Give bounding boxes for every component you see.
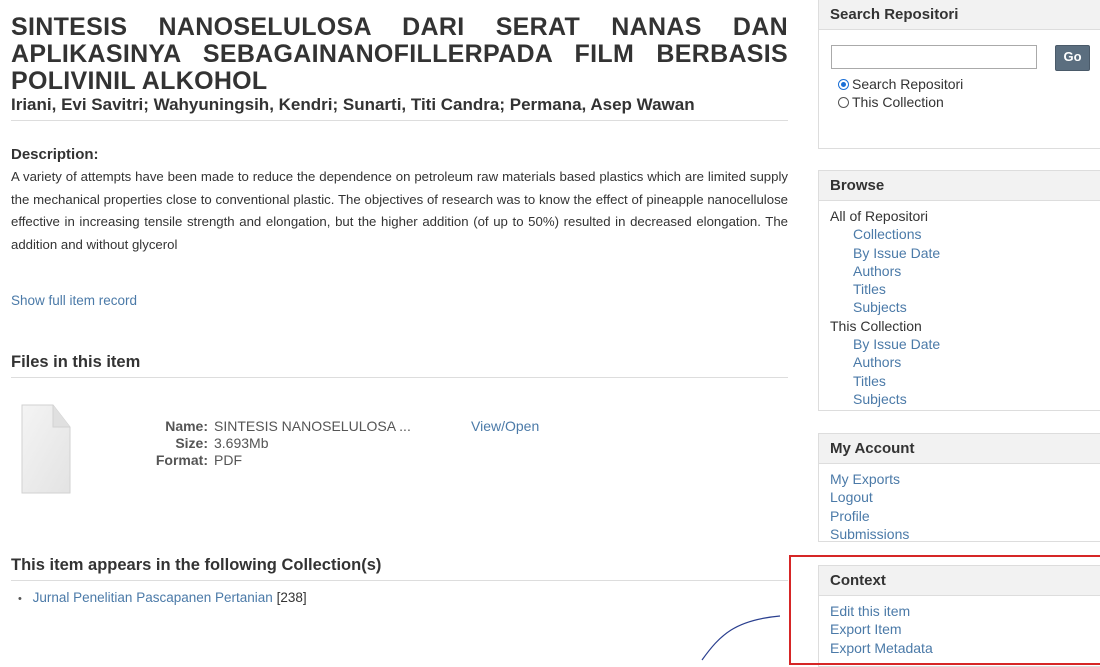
scope-radio-repositori[interactable]: Search Repositori: [838, 75, 1090, 93]
collection-item: Jurnal Penelitian Pascapanen Pertanian […: [18, 590, 307, 605]
browse-all-subjects[interactable]: Subjects: [830, 298, 1090, 316]
browse-all-label: All of Repositori: [830, 208, 929, 224]
collections-list: Jurnal Penelitian Pascapanen Pertanian […: [18, 590, 307, 605]
go-button[interactable]: Go: [1055, 45, 1090, 71]
description-label: Description:: [11, 146, 99, 163]
browse-all-collections[interactable]: Collections: [830, 225, 1090, 243]
file-icon[interactable]: [19, 403, 72, 495]
logout-link[interactable]: Logout: [830, 488, 1090, 506]
export-item-link[interactable]: Export Item: [830, 620, 1090, 638]
browse-all-authors[interactable]: Authors: [830, 262, 1090, 280]
account-panel-heading: My Account: [819, 434, 1100, 464]
file-format-value: PDF: [214, 452, 242, 468]
file-name-label: Name:: [165, 418, 208, 434]
collections-heading: This item appears in the following Colle…: [11, 556, 788, 581]
scope-radio-collection-label: This Collection: [852, 94, 944, 110]
description-text: A variety of attempts have been made to …: [11, 169, 788, 252]
search-input[interactable]: [831, 45, 1037, 69]
files-heading: Files in this item: [11, 353, 788, 378]
browse-collection-titles[interactable]: Titles: [830, 372, 1090, 390]
file-format-label: Format:: [155, 452, 208, 468]
item-authors: Iriani, Evi Savitri; Wahyuningsih, Kendr…: [11, 95, 788, 121]
collection-link[interactable]: Jurnal Penelitian Pascapanen Pertanian: [33, 590, 273, 605]
scope-radio-repositori-label: Search Repositori: [852, 76, 964, 92]
file-size-label: Size:: [175, 435, 208, 451]
radio-checked-icon[interactable]: [838, 78, 849, 90]
file-name-value: SINTESIS NANOSELULOSA ...: [214, 418, 411, 434]
radio-unchecked-icon[interactable]: [838, 96, 849, 108]
context-panel: Context Edit this item Export Item Expor…: [818, 565, 1100, 667]
my-exports-link[interactable]: My Exports: [830, 470, 1090, 488]
context-panel-heading: Context: [819, 566, 1100, 596]
submissions-link[interactable]: Submissions: [830, 525, 1090, 543]
account-panel: My Account My Exports Logout Profile Sub…: [818, 433, 1100, 542]
browse-collection-subjects[interactable]: Subjects: [830, 390, 1090, 408]
export-metadata-link[interactable]: Export Metadata: [830, 639, 1090, 657]
collection-count: [238]: [276, 590, 307, 605]
show-full-record-link[interactable]: Show full item record: [11, 293, 137, 308]
scope-radio-collection[interactable]: This Collection: [838, 93, 1090, 111]
item-title: SINTESIS NANOSELULOSA DARI SERAT NANAS D…: [11, 13, 788, 95]
browse-panel: Browse All of Repositori Collections By …: [818, 170, 1100, 411]
search-panel-heading: Search Repositori: [819, 0, 1100, 30]
annotation-arc: [701, 615, 781, 661]
file-metadata: Name: SINTESIS NANOSELULOSA ... Size: 3.…: [145, 418, 411, 469]
search-panel: Search Repositori Go Search Repositori T…: [818, 0, 1100, 149]
browse-all-titles[interactable]: Titles: [830, 280, 1090, 298]
edit-item-link[interactable]: Edit this item: [830, 602, 1090, 620]
view-open-link[interactable]: View/Open: [471, 418, 539, 434]
browse-collection-label: This Collection: [830, 317, 922, 334]
item-main: SINTESIS NANOSELULOSA DARI SERAT NANAS D…: [11, 14, 788, 256]
browse-collection-issue-date[interactable]: By Issue Date: [830, 335, 1090, 353]
browse-collection-authors[interactable]: Authors: [830, 353, 1090, 371]
browse-all-issue-date[interactable]: By Issue Date: [830, 244, 1090, 262]
browse-panel-heading: Browse: [819, 171, 1100, 201]
file-size-value: 3.693Mb: [214, 435, 269, 451]
profile-link[interactable]: Profile: [830, 507, 1090, 525]
